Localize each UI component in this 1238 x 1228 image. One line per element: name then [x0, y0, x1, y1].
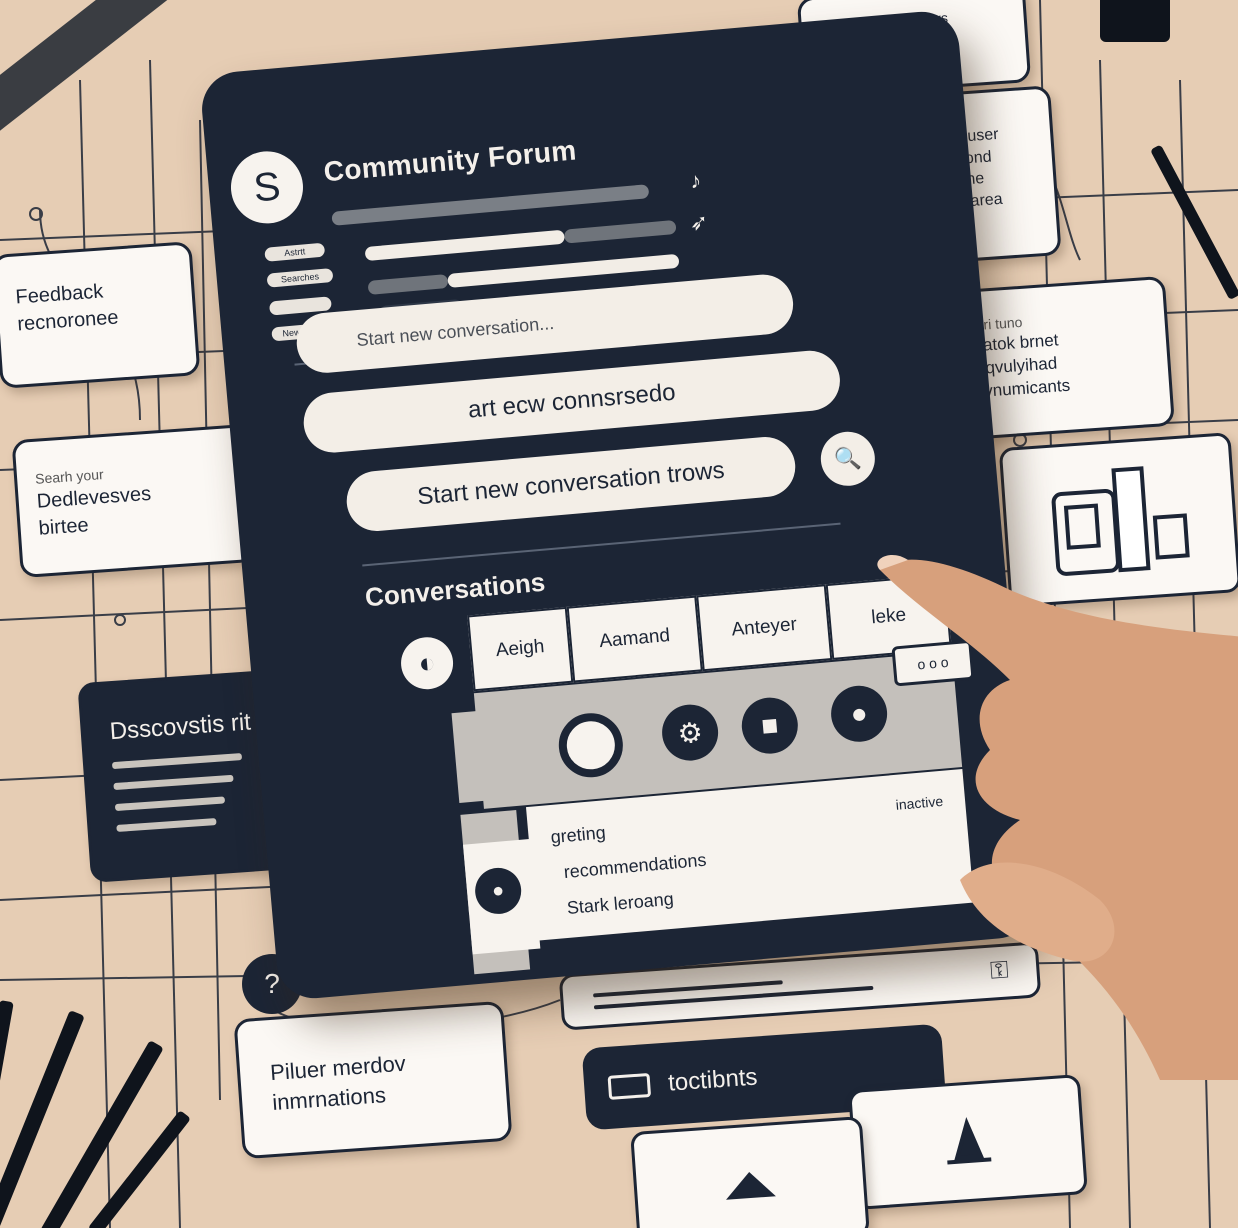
progress-bar [331, 184, 650, 226]
side-column-block [451, 708, 516, 803]
key-icon: ⚿ [989, 956, 1010, 985]
callout-feedback[interactable]: Feedback recnoronee [0, 241, 201, 389]
shape-icon [726, 1172, 776, 1200]
callout-device-illustration[interactable] [998, 432, 1238, 608]
start-conversation-button[interactable]: Start new conversation trows [344, 434, 798, 534]
tab-1[interactable]: Aeigh [467, 606, 574, 692]
card-status: inactive [895, 792, 944, 813]
tab-3[interactable]: Anteyer [696, 584, 833, 672]
progress-bar [364, 229, 566, 262]
workspace-scene: Moderators forums forum rules Series Add… [0, 0, 1238, 1228]
send-icon[interactable]: ➶ [689, 209, 710, 237]
card-line-2: Stark leroang [566, 888, 675, 918]
notification-icon[interactable]: ♪ [689, 168, 702, 195]
section-title: Conversations [363, 566, 547, 613]
options-icon[interactable]: o o o [891, 639, 975, 687]
tab-2[interactable]: Aamand [566, 595, 703, 683]
section-divider [362, 522, 841, 567]
progress-bar [367, 274, 449, 295]
card-label: greting [549, 822, 607, 848]
tools-label: toctibnts [667, 1063, 759, 1097]
progress-bar [447, 253, 680, 288]
avatar-card[interactable]: ● [463, 838, 541, 955]
sidebar-item-2[interactable]: Searches [266, 268, 334, 288]
callout-search[interactable]: Searh your Dedlevesves birtee [11, 423, 257, 579]
device-icon [1051, 466, 1190, 576]
menu-icon[interactable]: ◐ [398, 635, 456, 692]
search-icon[interactable]: 🔍 [818, 429, 878, 489]
progress-bar [563, 219, 677, 244]
forum-logo: S [227, 148, 306, 227]
bottom-card-left[interactable] [630, 1116, 870, 1228]
bottom-card-right[interactable] [848, 1074, 1088, 1210]
apple-icon: ● [473, 865, 524, 916]
toolbox-icon [607, 1072, 652, 1100]
phone-mockup: S Community Forum Astrtt Searches Newsfe… [198, 8, 1038, 1002]
callout-member-information[interactable]: Piluer merdov inmrnations [233, 1000, 513, 1160]
forum-title: Community Forum [322, 134, 578, 188]
person-icon [947, 1117, 992, 1165]
callout-title: Dsscovstis rit [108, 708, 252, 746]
eraser [1100, 0, 1170, 42]
card-line-1: recommendations [562, 849, 708, 883]
sidebar-item-1[interactable]: Astrtt [264, 242, 326, 262]
